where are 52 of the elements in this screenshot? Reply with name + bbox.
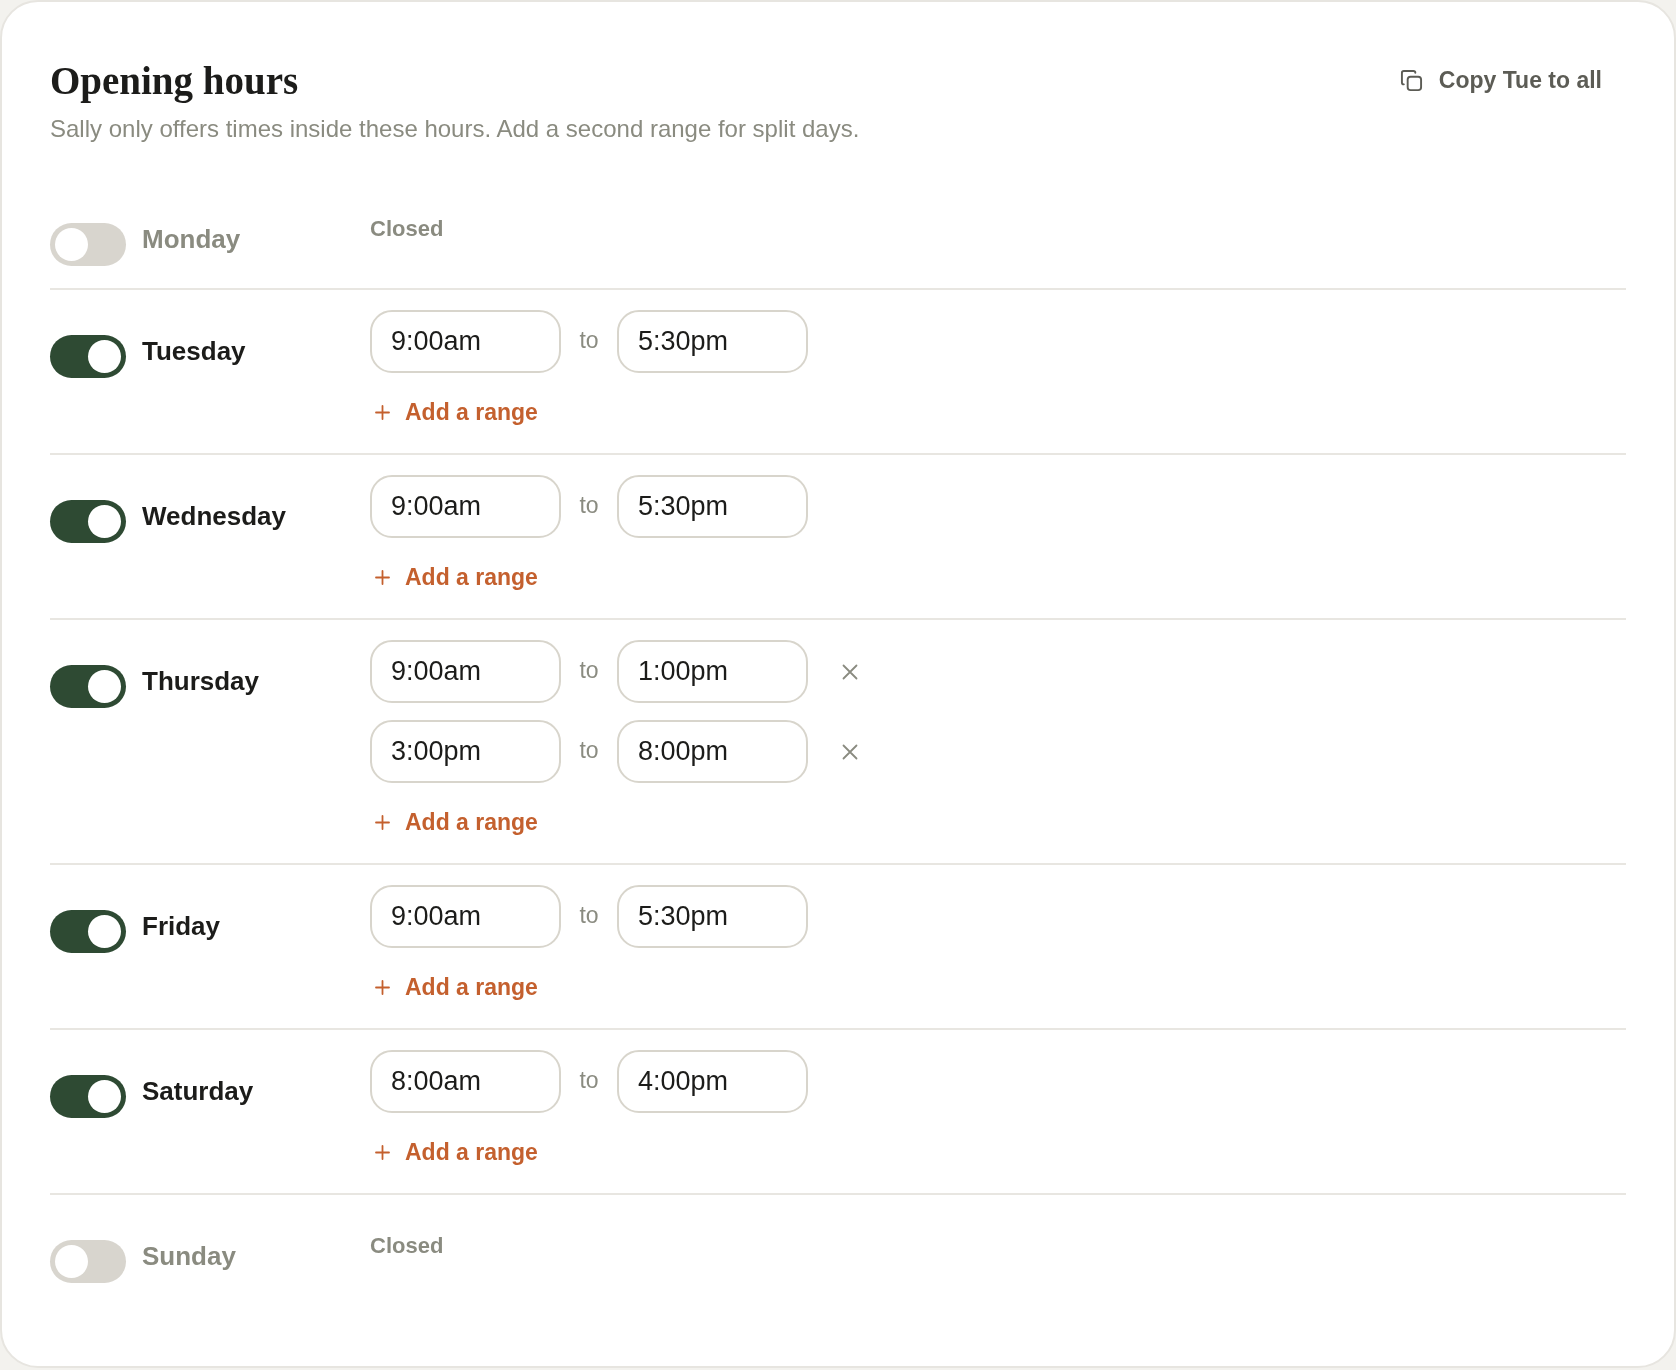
day-label: Wednesday <box>142 501 286 531</box>
time-field[interactable]: 3:00pm <box>370 720 561 783</box>
plus-icon <box>375 1144 390 1160</box>
close-icon <box>842 743 858 760</box>
copy-icon <box>1399 68 1423 92</box>
separator-text: to <box>578 736 600 764</box>
add-range-button[interactable]: Add a range <box>370 973 538 1001</box>
time-field[interactable]: 5:30pm <box>617 310 808 373</box>
toggle-switch[interactable] <box>50 1240 126 1283</box>
plus-icon <box>375 404 390 420</box>
separator-text: to <box>578 326 600 354</box>
plus-icon <box>375 814 390 830</box>
time-field[interactable]: 8:00pm <box>617 720 808 783</box>
time-field[interactable]: 5:30pm <box>617 475 808 538</box>
add-range-button[interactable]: Add a range <box>370 563 538 591</box>
time-field[interactable]: 1:00pm <box>617 640 808 703</box>
plus-icon <box>375 569 390 585</box>
time-field[interactable]: 4:00pm <box>617 1050 808 1113</box>
separator-text: to <box>578 656 600 684</box>
plus-icon <box>375 979 390 995</box>
toggle-switch[interactable] <box>50 910 126 953</box>
add-range-button[interactable]: Add a range <box>370 398 538 426</box>
add-range-button[interactable]: Add a range <box>370 1138 538 1166</box>
separator-text: to <box>578 491 600 519</box>
day-label: Thursday <box>142 666 260 696</box>
separator-text: to <box>578 901 600 929</box>
remove-range-button[interactable] <box>842 743 858 760</box>
closed-label: Closed <box>370 216 444 241</box>
page-subtitle: Sally only offers times inside these hours. Add a second range for split days. <box>50 114 860 143</box>
remove-range-button[interactable] <box>842 663 858 680</box>
time-field[interactable]: 9:00am <box>370 640 561 703</box>
toggle-switch[interactable] <box>50 335 126 378</box>
time-field[interactable]: 9:00am <box>370 310 561 373</box>
toggle-switch[interactable] <box>50 665 126 708</box>
toggle-switch[interactable] <box>50 500 126 543</box>
day-label: Sunday <box>142 1241 236 1271</box>
toggle-switch[interactable] <box>50 223 126 266</box>
day-label: Monday <box>142 224 241 254</box>
copy-button[interactable]: Copy Tue to all <box>1399 60 1602 100</box>
time-field[interactable]: 5:30pm <box>617 885 808 948</box>
closed-label: Closed <box>370 1233 444 1258</box>
add-range-button[interactable]: Add a range <box>370 808 538 836</box>
separator-text: to <box>578 1066 600 1094</box>
close-icon <box>842 663 858 680</box>
toggle-switch[interactable] <box>50 1075 126 1118</box>
time-field[interactable]: 9:00am <box>370 885 561 948</box>
page-title: Opening hours <box>50 58 300 104</box>
day-label: Saturday <box>142 1076 254 1106</box>
time-field[interactable]: 8:00am <box>370 1050 561 1113</box>
time-field[interactable]: 9:00am <box>370 475 561 538</box>
day-label: Friday <box>142 911 221 941</box>
day-label: Tuesday <box>142 336 246 366</box>
